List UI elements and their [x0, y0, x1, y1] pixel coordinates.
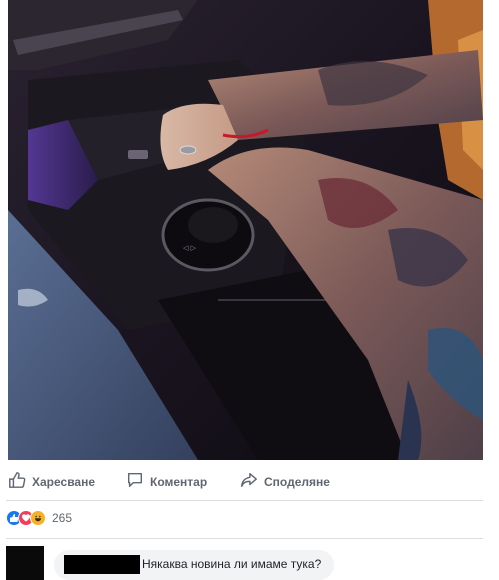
reactions-summary[interactable]: 265: [6, 510, 72, 526]
comment-button[interactable]: Коментар: [126, 471, 207, 492]
svg-text:◁ ▷: ◁ ▷: [183, 244, 197, 252]
post-photo[interactable]: ◁ ▷: [8, 0, 483, 460]
like-button[interactable]: Харесване: [8, 471, 95, 492]
share-label: Споделяне: [264, 474, 330, 489]
comment-label: Коментар: [150, 474, 208, 489]
share-button[interactable]: Споделяне: [240, 471, 330, 492]
post-action-bar: Харесване Коментар Споделяне: [0, 463, 499, 497]
divider: [6, 500, 483, 501]
like-label: Харесване: [32, 474, 96, 489]
car-interior-photo: ◁ ▷: [8, 0, 483, 460]
speech-bubble-icon: [126, 471, 144, 492]
haha-icon: [30, 510, 46, 526]
share-arrow-icon: [240, 471, 258, 492]
thumbs-up-icon: [8, 471, 26, 492]
divider: [6, 538, 483, 539]
reaction-count[interactable]: 265: [52, 511, 72, 525]
avatar[interactable]: [6, 546, 44, 580]
redacted-author-name[interactable]: [64, 555, 140, 574]
comment-row: Някаква новина ли имаме тука?: [6, 546, 496, 580]
comment-text: Някаква новина ли имаме тука?: [142, 557, 322, 571]
